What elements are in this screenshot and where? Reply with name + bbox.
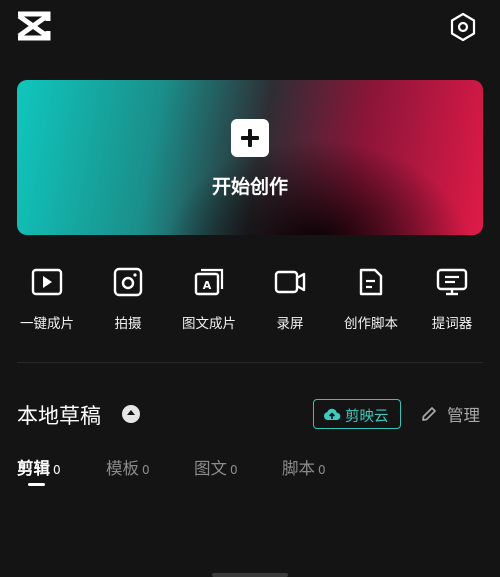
tool-label: 图文成片 <box>182 316 236 332</box>
play-video-icon <box>31 268 63 296</box>
teleprompter-icon <box>436 268 468 296</box>
settings-hexagon-icon[interactable] <box>449 12 477 42</box>
tab-label: 模板 <box>106 459 139 478</box>
tab-script[interactable]: 脚本 0 <box>282 455 326 479</box>
cloud-button-label: 剪映云 <box>345 409 389 425</box>
tab-template[interactable]: 模板 0 <box>106 455 150 479</box>
tool-label: 录屏 <box>276 316 304 332</box>
tab-edit[interactable]: 剪辑 0 <box>17 455 61 479</box>
tab-label: 图文 <box>194 459 227 478</box>
tool-script[interactable]: 创作脚本 <box>331 265 411 335</box>
tool-label: 一键成片 <box>20 316 74 332</box>
active-tab-indicator <box>28 483 45 486</box>
tool-shoot[interactable]: 拍摄 <box>88 265 168 335</box>
screen-record-icon <box>274 270 306 294</box>
divider <box>17 362 483 363</box>
start-creating-button[interactable]: 开始创作 <box>17 80 483 235</box>
quick-tools: 一键成片 拍摄 A 图文成片 录屏 创作脚本 提词器 <box>0 265 500 335</box>
tool-teleprompter[interactable]: 提词器 <box>412 265 492 335</box>
start-creating-label: 开始创作 <box>211 176 288 198</box>
tab-count: 0 <box>53 463 61 477</box>
tab-image-text[interactable]: 图文 0 <box>194 455 238 479</box>
svg-text:A: A <box>203 279 212 292</box>
pencil-icon <box>422 407 436 421</box>
image-text-icon: A <box>194 268 224 296</box>
tab-count: 0 <box>142 463 150 477</box>
tool-image-text[interactable]: A 图文成片 <box>169 265 249 335</box>
local-drafts-title: 本地草稿 <box>17 404 101 428</box>
tool-label: 提词器 <box>431 316 473 332</box>
top-bar <box>0 0 500 56</box>
tool-one-click-video[interactable]: 一键成片 <box>7 265 87 335</box>
cloud-upload-icon <box>323 408 341 421</box>
script-doc-icon <box>359 268 383 296</box>
tool-screen-record[interactable]: 录屏 <box>250 265 330 335</box>
collapse-arrow-icon[interactable] <box>122 405 140 423</box>
home-indicator <box>212 573 288 577</box>
tab-label: 脚本 <box>282 459 315 478</box>
camera-icon <box>113 267 143 297</box>
tab-count: 0 <box>318 463 326 477</box>
tab-count: 0 <box>230 463 238 477</box>
capcut-logo-icon <box>17 11 51 41</box>
tool-label: 拍摄 <box>114 316 142 332</box>
plus-icon <box>231 119 269 157</box>
cloud-button[interactable]: 剪映云 <box>313 399 401 429</box>
tool-label: 创作脚本 <box>344 316 398 332</box>
manage-label: 管理 <box>447 406 480 425</box>
tab-label: 剪辑 <box>17 459 50 478</box>
